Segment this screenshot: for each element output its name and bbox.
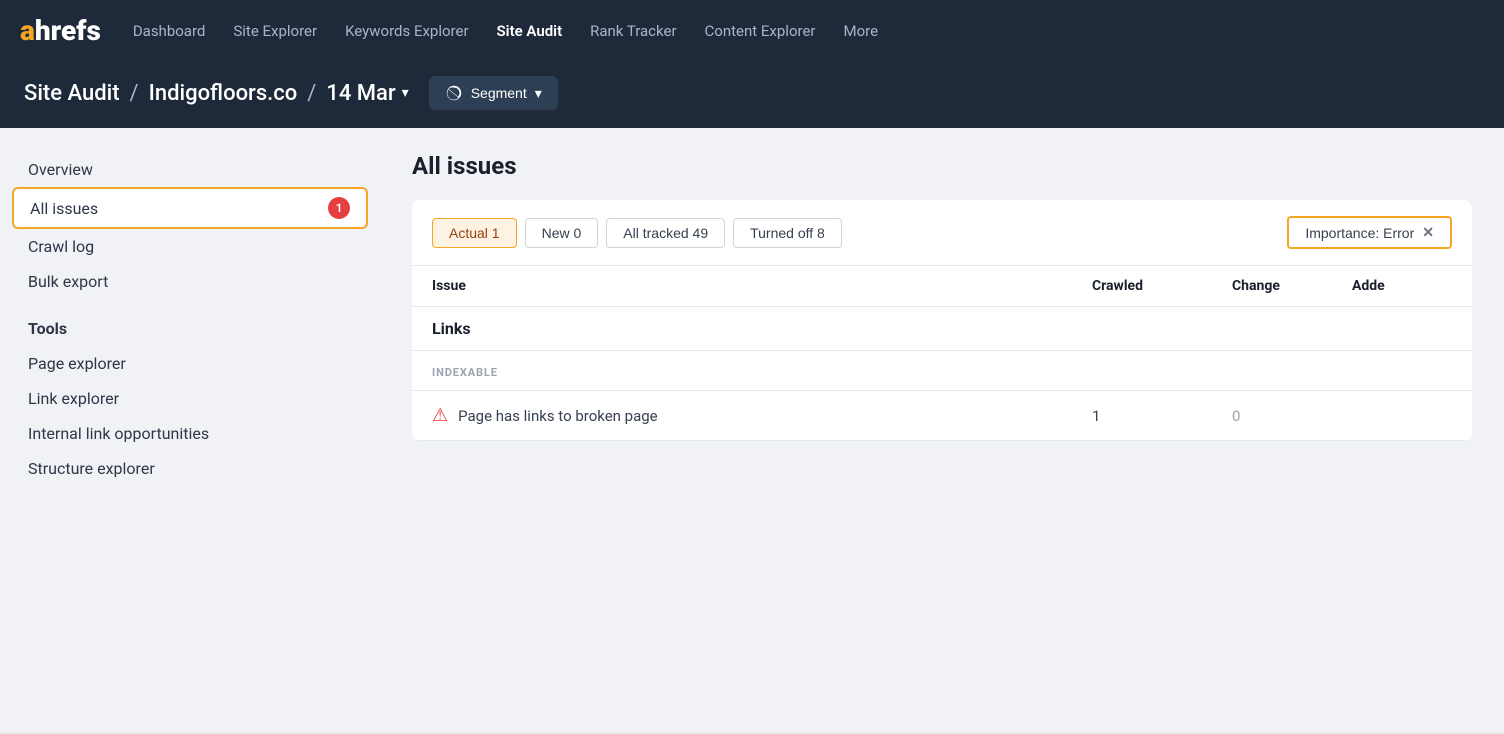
section-indexable-header: INDEXABLE xyxy=(412,351,1472,391)
nav-site-audit[interactable]: Site Audit xyxy=(497,22,563,40)
filter-tabs: Actual 1 New 0 All tracked 49 Turned off… xyxy=(412,200,1472,266)
sidebar-item-page-explorer[interactable]: Page explorer xyxy=(0,346,380,381)
breadcrumb-sep1: / xyxy=(130,81,139,106)
sidebar-item-bulk-export[interactable]: Bulk export xyxy=(0,264,380,299)
sidebar-item-internal-link[interactable]: Internal link opportunities xyxy=(0,416,380,451)
breadcrumb-date-arrow: ▾ xyxy=(402,85,409,101)
nav-links: Dashboard Site Explorer Keywords Explore… xyxy=(133,22,1484,40)
tab-importance[interactable]: Importance: Error ✕ xyxy=(1287,216,1452,249)
section-indexable-title: INDEXABLE xyxy=(432,366,498,379)
issue-cell: ⚠ Page has links to broken page xyxy=(432,405,1092,426)
breadcrumb-site-audit: Site Audit xyxy=(24,81,120,106)
section-links-header: Links xyxy=(412,307,1472,351)
tab-actual[interactable]: Actual 1 xyxy=(432,218,517,248)
sidebar-tools-title: Tools xyxy=(0,299,380,346)
col-issue: Issue xyxy=(432,278,1092,294)
col-change: Change xyxy=(1232,278,1352,294)
segment-button[interactable]: Segment ▾ xyxy=(429,76,558,110)
breadcrumb-date: 14 Mar xyxy=(326,81,395,106)
nav-site-explorer[interactable]: Site Explorer xyxy=(233,22,317,40)
filter-card: Actual 1 New 0 All tracked 49 Turned off… xyxy=(412,200,1472,441)
issue-text: Page has links to broken page xyxy=(458,407,658,425)
nav-rank-tracker[interactable]: Rank Tracker xyxy=(590,22,676,40)
importance-close[interactable]: ✕ xyxy=(1422,224,1434,241)
crawled-value: 1 xyxy=(1092,407,1232,425)
sidebar-item-structure-explorer[interactable]: Structure explorer xyxy=(0,451,380,486)
section-links-title: Links xyxy=(432,319,471,338)
breadcrumb-sep2: / xyxy=(307,81,316,106)
warning-icon: ⚠ xyxy=(432,405,448,426)
segment-label: Segment xyxy=(471,85,527,101)
logo[interactable]: ahrefs xyxy=(20,17,101,45)
breadcrumb-date-dropdown[interactable]: 14 Mar ▾ xyxy=(326,81,408,106)
tab-actual-text: Actual 1 xyxy=(449,225,500,241)
col-crawled: Crawled xyxy=(1092,278,1232,294)
content-area: All issues Actual 1 New 0 All tracked 49… xyxy=(380,128,1504,732)
nav-more[interactable]: More xyxy=(843,22,878,40)
sidebar: Overview All issues 1 Crawl log Bulk exp… xyxy=(0,128,380,732)
sidebar-item-all-issues[interactable]: All issues 1 xyxy=(12,187,368,229)
main-layout: Overview All issues 1 Crawl log Bulk exp… xyxy=(0,128,1504,732)
nav-keywords-explorer[interactable]: Keywords Explorer xyxy=(345,22,468,40)
breadcrumb-bar: Site Audit / Indigofloors.co / 14 Mar ▾ … xyxy=(0,62,1504,128)
tab-all-tracked[interactable]: All tracked 49 xyxy=(606,218,725,248)
col-added: Adde xyxy=(1352,278,1452,294)
change-value: 0 xyxy=(1232,407,1352,425)
tab-new[interactable]: New 0 xyxy=(525,218,599,248)
table-row[interactable]: ⚠ Page has links to broken page 1 0 xyxy=(412,391,1472,441)
tab-turned-off[interactable]: Turned off 8 xyxy=(733,218,842,248)
sidebar-item-overview[interactable]: Overview xyxy=(0,152,380,187)
logo-hrefs: hrefs xyxy=(35,17,101,45)
table-header: Issue Crawled Change Adde xyxy=(412,266,1472,307)
top-nav: ahrefs Dashboard Site Explorer Keywords … xyxy=(0,0,1504,62)
sidebar-badge: 1 xyxy=(328,197,350,219)
importance-label: Importance: Error xyxy=(1305,225,1414,241)
sidebar-item-all-issues-label: All issues xyxy=(30,199,98,218)
nav-content-explorer[interactable]: Content Explorer xyxy=(705,22,816,40)
sidebar-item-crawl-log[interactable]: Crawl log xyxy=(0,229,380,264)
nav-dashboard[interactable]: Dashboard xyxy=(133,22,206,40)
breadcrumb-domain-dropdown[interactable]: Indigofloors.co xyxy=(149,81,298,106)
logo-a: a xyxy=(20,17,35,45)
page-title: All issues xyxy=(412,152,1472,180)
sidebar-item-link-explorer[interactable]: Link explorer xyxy=(0,381,380,416)
segment-arrow: ▾ xyxy=(535,85,542,102)
breadcrumb-domain: Indigofloors.co xyxy=(149,81,298,106)
segment-icon xyxy=(445,84,463,102)
